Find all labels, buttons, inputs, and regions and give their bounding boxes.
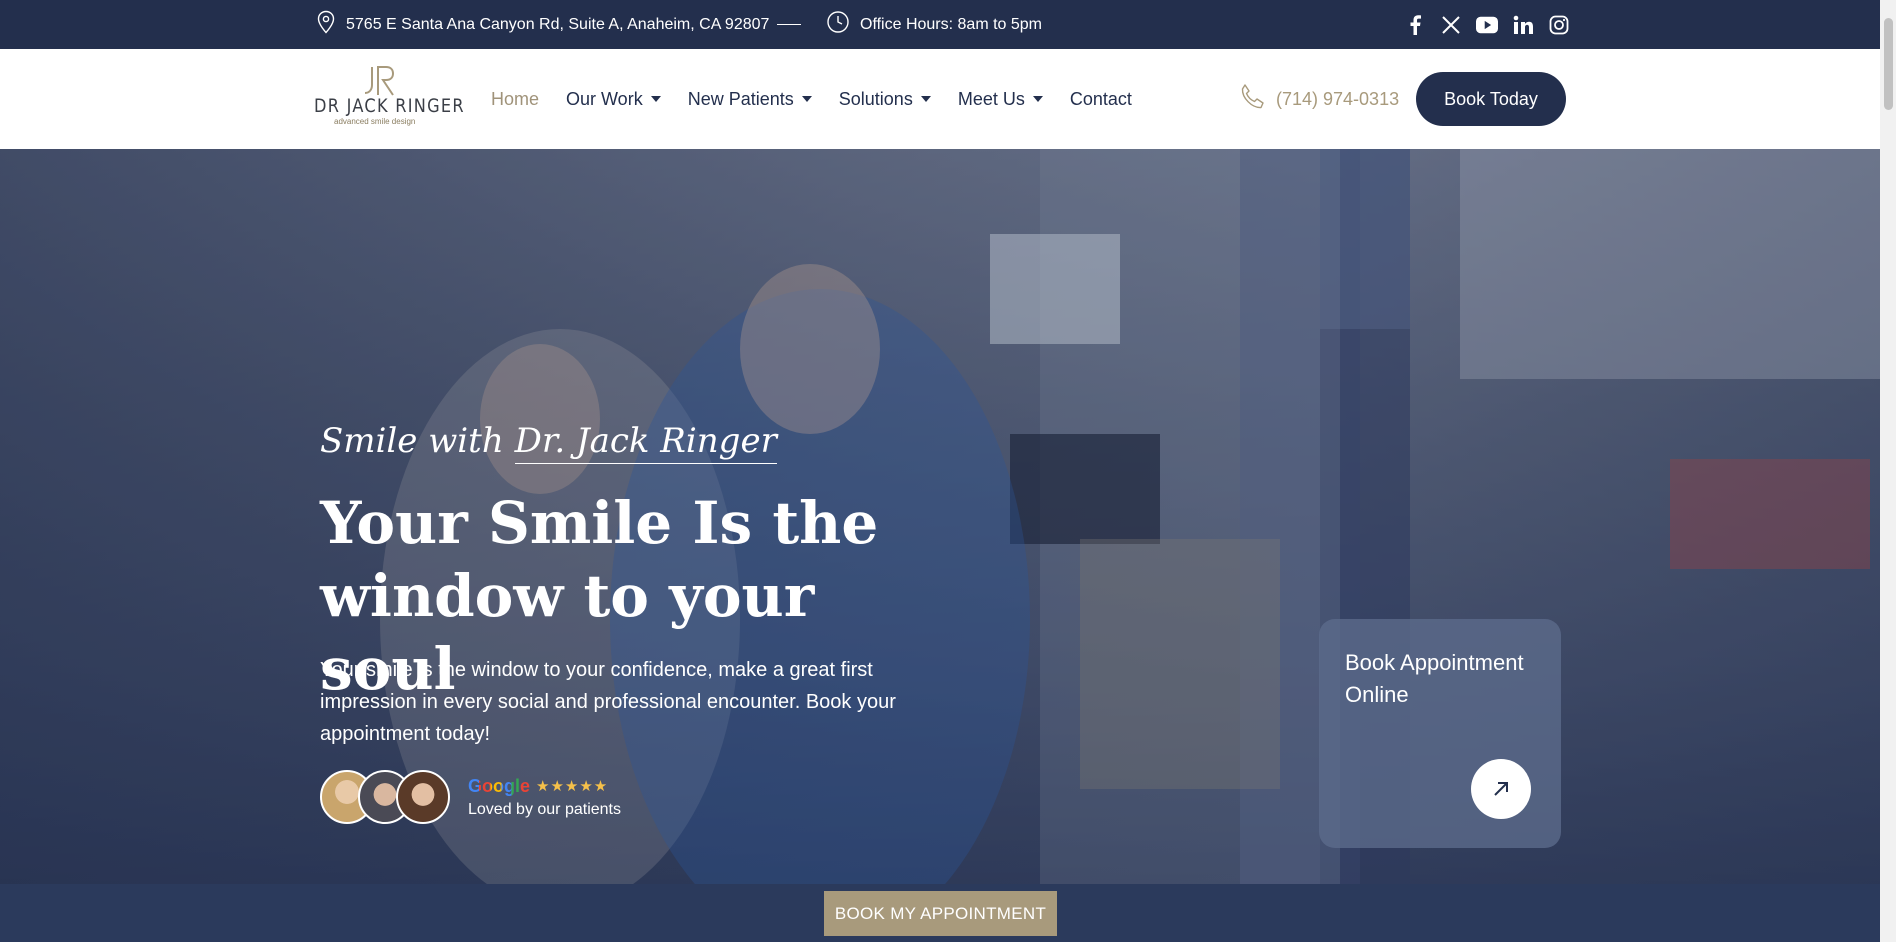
nav-menu: Home Our Work New Patients Solutions Mee… [491,49,1132,149]
star-rating: ★★★★★ [536,778,609,795]
logo[interactable]: DR JACK RINGER advanced smile design [314,65,465,131]
nav-item-solutions[interactable]: Solutions [839,89,931,110]
eyebrow-prefix: Smile with [320,421,515,461]
caret-down-icon [1032,96,1043,102]
nav-item-label: Contact [1069,88,1132,109]
google-logo: Google [468,775,530,796]
nav-item-contact[interactable]: Contact [1070,89,1132,110]
reviews-caption: Loved by our patients [468,800,621,818]
location-pin-icon [316,10,336,39]
eyebrow-name: Dr. Jack Ringer [514,421,777,464]
clock-icon [826,10,850,39]
youtube-icon[interactable] [1476,14,1498,36]
caret-down-icon [801,96,812,102]
hero-section: Smile with Dr. Jack Ringer Your Smile Is… [0,149,1880,884]
instagram-icon[interactable] [1548,14,1570,36]
social-links [1404,0,1570,49]
nav-item-label: New Patients [687,88,794,109]
book-my-appointment-button[interactable]: BOOK MY APPOINTMENT [824,891,1057,936]
nav-item-home[interactable]: Home [491,89,539,110]
scrollbar-thumb[interactable] [1884,18,1893,110]
hero-eyebrow: Smile with Dr. Jack Ringer [320,421,777,464]
x-icon[interactable] [1440,14,1462,36]
reviews-text: Google ★★★★★ Loved by our patients [468,776,621,819]
main-navigation: DR JACK RINGER advanced smile design Hom… [0,49,1880,149]
hero-background-photo [0,149,1880,884]
address-text: 5765 E Santa Ana Canyon Rd, Suite A, Ana… [346,15,770,33]
nav-item-label: Our Work [566,88,643,109]
nav-item-new-patients[interactable]: New Patients [688,89,812,110]
book-today-button[interactable]: Book Today [1416,72,1566,126]
logo-tagline: advanced smile design [334,117,416,126]
phone-icon [1238,82,1268,117]
hero-subtext: Your smile is the window to your confide… [320,659,896,745]
address: 5765 E Santa Ana Canyon Rd, Suite A, Ana… [316,0,769,49]
phone-number: (714) 974-0313 [1276,88,1400,109]
arrow-up-right-icon[interactable] [1471,759,1531,819]
divider [777,24,801,25]
scrollbar[interactable] [1880,0,1896,942]
linkedin-icon[interactable] [1512,14,1534,36]
office-hours-text: Office Hours: 8am to 5pm [860,15,1042,33]
nav-item-meet-us[interactable]: Meet Us [958,89,1043,110]
nav-item-label: Solutions [838,88,913,109]
caret-down-icon [650,96,661,102]
top-info-bar: 5765 E Santa Ana Canyon Rd, Suite A, Ana… [0,0,1880,49]
avatar [396,770,450,824]
phone-link[interactable]: (714) 974-0313 [1238,49,1399,149]
book-card-label: Book Appointment Online [1345,650,1524,707]
nav-item-label: Meet Us [957,88,1025,109]
office-hours: Office Hours: 8am to 5pm [826,0,1042,49]
reviews-badge: Google ★★★★★ Loved by our patients [320,769,621,825]
book-appointment-online-card[interactable]: Book Appointment Online [1319,619,1561,848]
logo-name: DR JACK RINGER [314,95,465,117]
nav-item-our-work[interactable]: Our Work [566,89,661,110]
monogram [362,65,398,97]
facebook-icon[interactable] [1404,14,1426,36]
nav-item-label: Home [491,88,540,109]
bottom-cta-bar: BOOK MY APPOINTMENT [0,884,1880,942]
caret-down-icon [920,96,931,102]
